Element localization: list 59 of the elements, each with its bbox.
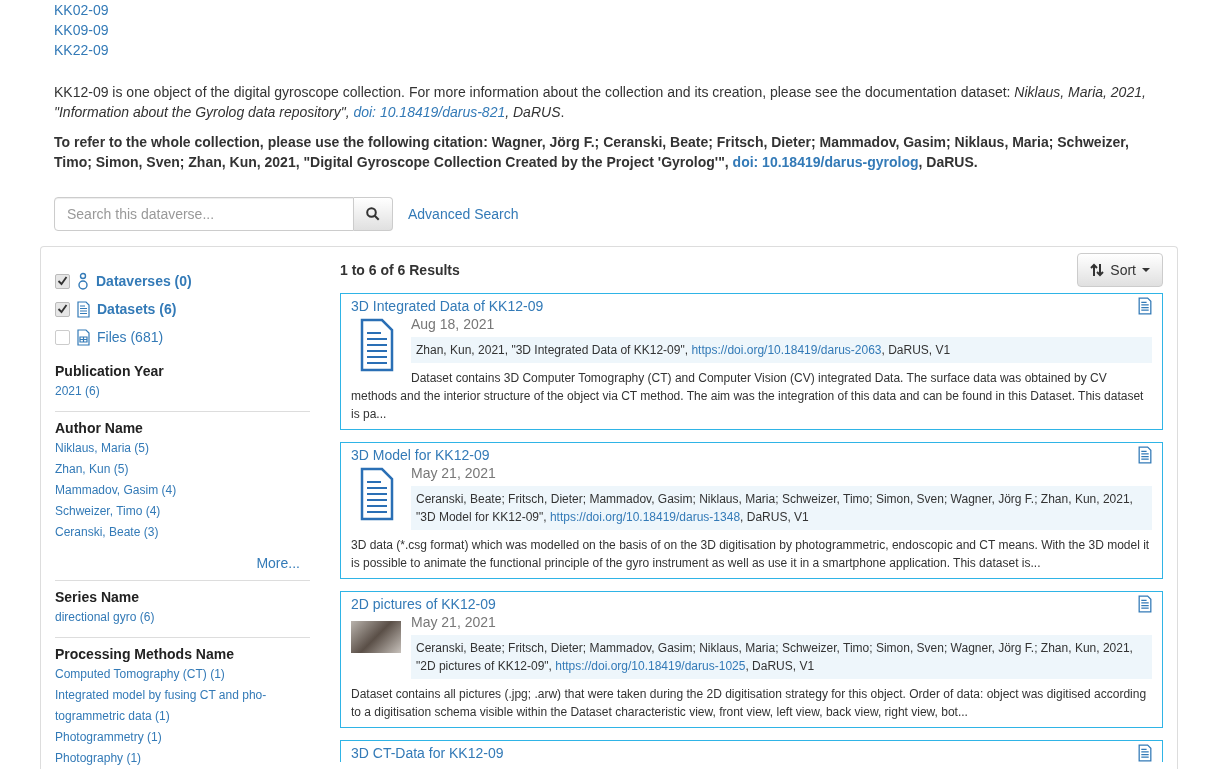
facet-link[interactable]: Photography (1)	[55, 748, 285, 769]
table-file-icon	[77, 328, 90, 346]
dataset-title-link[interactable]: 2D pictures of KK12-09	[351, 595, 496, 613]
facet-link[interactable]: Computed Tomography (CT) (1)	[55, 664, 285, 685]
more-link[interactable]: More...	[55, 555, 300, 571]
dataset-citation: Zhan, Kun, 2021, "3D Integrated Data of KK12-09", https://doi.org/10.18419/darus-2063, DaRUS, V1	[411, 337, 1152, 363]
document-icon	[1138, 446, 1152, 464]
type-filter-link[interactable]: Datasets (6)	[97, 301, 177, 317]
dataset-title-link[interactable]: 3D Integrated Data of KK12-09	[351, 297, 544, 315]
related-dataset-link[interactable]: KK22-09	[54, 40, 109, 60]
related-dataset-link[interactable]: KK02-09	[54, 0, 109, 20]
type-filter-link[interactable]: Dataverses (0)	[96, 273, 192, 289]
document-icon	[1138, 744, 1152, 762]
doi-link[interactable]: doi: 10.18419/darus-821	[353, 104, 506, 120]
type-filter-link[interactable]: Files (681)	[97, 329, 164, 345]
dataverse-icon	[77, 272, 89, 290]
sort-icon	[1090, 263, 1105, 277]
dataset-description: Dataset contains 3D Computer Tomography (CT) and Computer Vision (CV) integrated Data. The surface data was obtained by CV methods and the interior structure of the object via CT method. The aim was the integration of this data and can be found in this Dataset. This dataset is pa...	[351, 370, 1145, 423]
facet-link[interactable]: Schweizer, Timo (4)	[55, 501, 285, 522]
dataset-description: Dataset contains all pictures (.jpg; .arw) that were taken during the 2D digitisation strategy for this object. Order of data: object was digitised according to a digitisation schema visible within the Dataset characteristic view, front view, left view, back view, right view, bot...	[351, 686, 1148, 721]
doi-link[interactable]: https://doi.org/10.18419/darus-2063	[691, 343, 882, 357]
collection-citation-paragraph: To refer to the whole collection, please use the following citation: Wagner, Jörg F.; Ceranski, Beate; Fritsch, Dieter; Mammadov, Gasim; Niklaus, Maria; Schweizer, Timo; Simon, Sven; Zhan, Kun, 2021, "Digital Gyroscope Collection Created by the Project 'Gyrolog'", doi: 10.18419/darus-gyrolog, DaRUS.	[54, 133, 1130, 172]
search-button[interactable]	[354, 197, 393, 231]
checkbox[interactable]	[55, 329, 70, 345]
facet-link[interactable]: Mammadov, Gasim (4)	[55, 480, 285, 501]
caret-icon	[1142, 268, 1150, 272]
checkbox[interactable]	[55, 301, 70, 317]
document-icon	[1138, 297, 1152, 315]
facet-heading: Author Name	[55, 420, 144, 436]
facet-heading: Processing Methods Name	[55, 646, 235, 662]
facet-link[interactable]: Ceranski, Beate (3)	[55, 522, 285, 543]
dataset-description: 3D data (*.csg format) which was modelled on the basis of on the 3D digitisation by photogrammetric, endoscopic and CT means. With the 3D model it is possible to animate the functional principle of the gyro instrument as well as use it in a smartphone application. This dataset is...	[351, 537, 1151, 572]
related-dataset-link[interactable]: KK09-09	[54, 20, 109, 40]
collection-info-paragraph: KK12-09 is one object of the digital gyroscope collection. For more information about the collection and its creation, please see the documentation dataset: Niklaus, Maria, 2021, "Information about the Gyrolog data repository", doi: 10.18419/darus-821, DaRUS.	[54, 83, 1147, 122]
results-count: 1 to 6 of 6 Results	[340, 262, 460, 278]
facet-link[interactable]: directional gyro (6)	[55, 607, 285, 628]
facet-heading: Series Name	[55, 589, 141, 605]
facet-link[interactable]: Zhan, Kun (5)	[55, 459, 285, 480]
facet-link[interactable]: Niklaus, Maria (5)	[55, 438, 285, 459]
advanced-search-link[interactable]: Advanced Search	[408, 206, 519, 222]
checkbox[interactable]	[55, 273, 70, 289]
facet-link[interactable]: 2021 (6)	[55, 381, 285, 402]
dataset-date: May 21, 2021	[411, 613, 497, 631]
search-icon	[366, 207, 380, 221]
facet-heading: Publication Year	[55, 363, 165, 379]
document-icon	[77, 300, 90, 318]
dataset-date: May 21, 2021	[411, 464, 497, 482]
facet-link[interactable]: Photogrammetry (1)	[55, 727, 285, 748]
dataset-citation: Ceranski, Beate; Fritsch, Dieter; Mammadov, Gasim; Niklaus, Maria; Schweizer, Timo; Simon, Sven; Wagner, Jörg F.; Zhan, Kun, 2021, "2D pictures of KK12-09", https://doi.org/10.18419/darus-1025, DaRUS, V1	[411, 635, 1152, 679]
dataset-date: Aug 18, 2021	[411, 315, 496, 333]
sort-button[interactable]: Sort	[1077, 253, 1163, 287]
document-icon	[1138, 595, 1152, 613]
facet-link[interactable]: Integrated model by fusing CT and pho-togrammetric data (1)	[55, 685, 285, 727]
search-field[interactable]: Search this dataverse...	[54, 197, 354, 231]
dataset-title-link[interactable]: 3D Model for KK12-09	[351, 446, 490, 464]
photo-placeholder	[351, 621, 401, 653]
dataset-title-link[interactable]: 3D CT-Data for KK12-09	[351, 744, 504, 762]
dataset-citation: Ceranski, Beate; Fritsch, Dieter; Mammadov, Gasim; Niklaus, Maria; Schweizer, Timo; Simon, Sven; Wagner, Jörg F.; Zhan, Kun, 2021, "3D Model for KK12-09", https://doi.org/10.18419/darus-1348, DaRUS, V1	[411, 486, 1152, 530]
doi-link[interactable]: doi: 10.18419/darus-gyrolog	[732, 154, 919, 170]
